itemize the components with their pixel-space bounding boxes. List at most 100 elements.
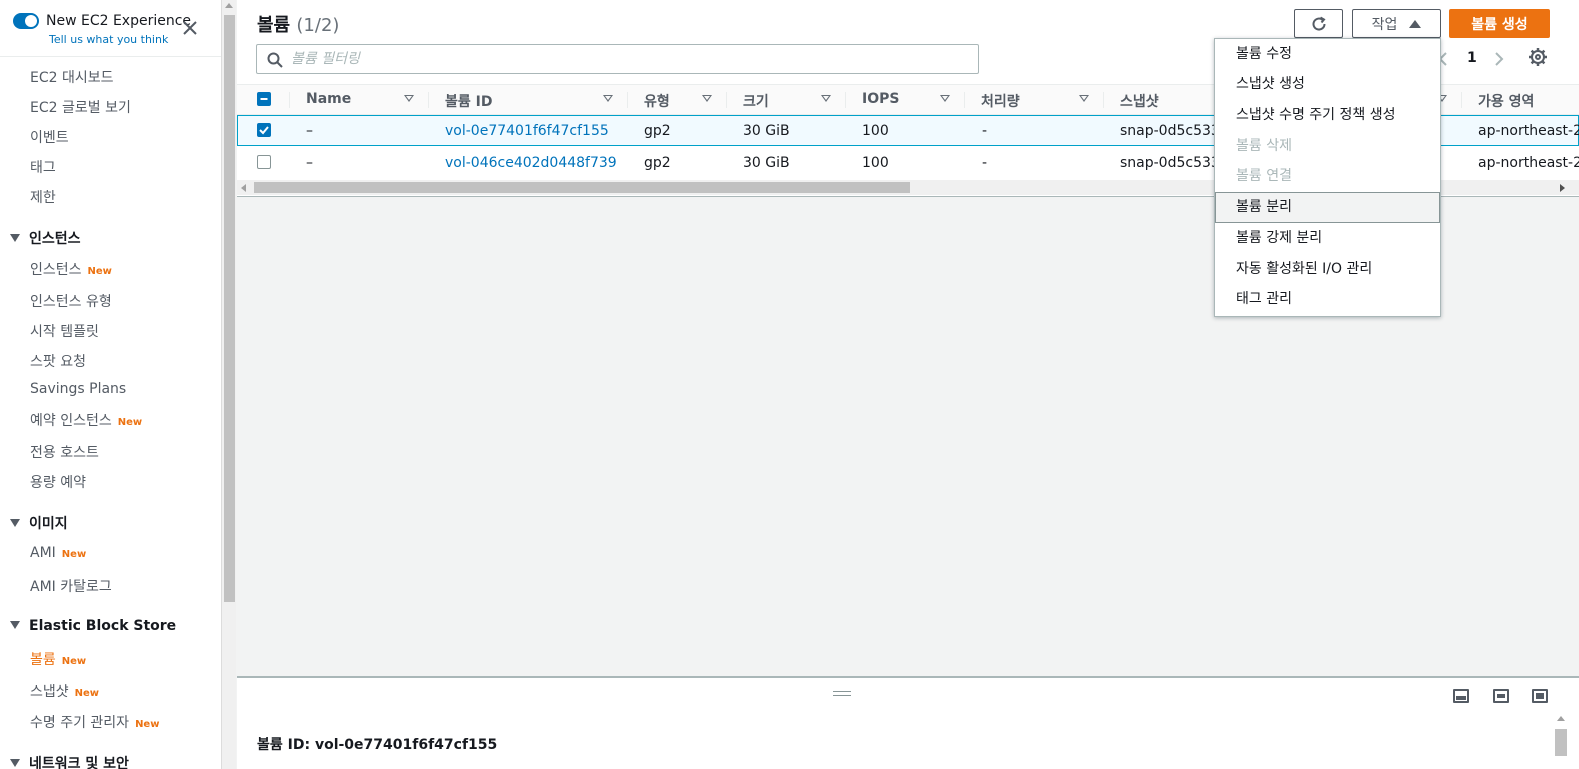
sidebar-item-spot-requests[interactable]: 스팟 요청 [30, 351, 86, 371]
sidebar-item-ami[interactable]: AMI New [30, 545, 86, 561]
search-input[interactable] [291, 49, 951, 69]
cell-snapshot: snap-0d5c533. [1120, 123, 1225, 139]
column-header-name[interactable]: Name [306, 91, 351, 107]
icon-fill [1497, 694, 1505, 698]
sidebar-section-images[interactable]: 이미지 [10, 513, 68, 533]
menu-item-force-detach-volume[interactable]: 볼륨 강제 분리 [1215, 223, 1440, 254]
refresh-icon [1312, 16, 1326, 31]
detail-scrollbar[interactable] [1555, 716, 1567, 769]
select-all-checkbox[interactable] [257, 92, 271, 106]
close-icon[interactable] [181, 19, 199, 37]
column-header-volume-id[interactable]: 볼륨 ID [445, 91, 492, 111]
menu-item-delete-volume: 볼륨 삭제 [1236, 138, 1292, 154]
gear-icon[interactable] [1528, 47, 1548, 67]
create-volume-button[interactable]: 볼륨 생성 [1449, 9, 1550, 38]
panel-fullscreen-icon[interactable] [1532, 689, 1548, 703]
row-checkbox[interactable] [257, 123, 271, 137]
scroll-up-arrow[interactable] [225, 3, 233, 8]
cell-snapshot: snap-0d5c533. [1120, 155, 1225, 171]
column-header-size[interactable]: 크기 [743, 91, 769, 111]
actions-button[interactable]: 작업 [1352, 9, 1441, 38]
cell-throughput: - [982, 155, 988, 171]
panel-side-view-icon[interactable] [1493, 689, 1509, 703]
menu-item-create-snapshot[interactable]: 스냅샷 생성 [1215, 69, 1440, 100]
column-header-iops[interactable]: IOPS [862, 91, 899, 107]
sort-icon[interactable] [821, 95, 831, 102]
sidebar-scrollbar[interactable] [221, 0, 236, 769]
detail-panel: 볼륨 ID: vol-0e77401f6f47cf155 [237, 678, 1579, 769]
menu-item-manage-auto-enabled-io[interactable]: 자동 활성화된 I/O 관리 [1215, 254, 1440, 285]
sidebar-item-limits[interactable]: 제한 [30, 187, 56, 207]
new-badge: New [74, 688, 100, 699]
column-header-snapshot[interactable]: 스냅샷 [1120, 91, 1159, 111]
selection-count: (1/2) [296, 15, 340, 36]
sidebar-item-label: 예약 인스턴스 [30, 413, 112, 429]
sidebar-item-savings-plans[interactable]: Savings Plans [30, 381, 126, 397]
caret-down-icon [10, 621, 20, 629]
sidebar-item-ami-catalog[interactable]: AMI 카탈로그 [30, 576, 112, 596]
detail-volume-id: vol-0e77401f6f47cf155 [314, 737, 498, 753]
icon-fill [1456, 696, 1466, 700]
scroll-up-arrow[interactable] [1557, 716, 1565, 721]
refresh-button[interactable] [1294, 9, 1343, 38]
sidebar-item-events[interactable]: 이벤트 [30, 127, 69, 147]
search-icon [267, 52, 283, 68]
sidebar-item-instances[interactable]: 인스턴스 New [30, 259, 112, 279]
sort-icon[interactable] [1079, 95, 1089, 102]
chevron-right-icon[interactable] [1493, 51, 1505, 67]
menu-item-create-lifecycle-policy[interactable]: 스냅샷 수명 주기 정책 생성 [1215, 100, 1440, 131]
sidebar: New EC2 Experience Tell us what you thin… [0, 0, 221, 769]
column-header-type[interactable]: 유형 [644, 91, 670, 111]
column-divider [726, 92, 727, 108]
panel-bottom-view-icon[interactable] [1453, 689, 1469, 703]
scrollbar-thumb[interactable] [224, 15, 235, 602]
sidebar-item-dashboard[interactable]: EC2 대시보드 [30, 67, 114, 87]
sidebar-item-label: 스냅샷 [30, 684, 69, 700]
sort-icon[interactable] [603, 95, 613, 102]
sidebar-section-network[interactable]: 네트워크 및 보안 [10, 753, 129, 769]
scroll-right-arrow[interactable] [1559, 184, 1565, 192]
sidebar-section-instances[interactable]: 인스턴스 [10, 228, 81, 248]
menu-item-modify-volume[interactable]: 볼륨 수정 [1215, 39, 1440, 70]
menu-item-detach-volume[interactable]: 볼륨 분리 [1215, 192, 1440, 223]
page-title: 볼륨 (1/2) [257, 11, 339, 37]
scrollbar-thumb[interactable] [254, 182, 910, 193]
sidebar-item-lifecycle-manager[interactable]: 수명 주기 관리자 New [30, 712, 159, 732]
sidebar-item-instance-types[interactable]: 인스턴스 유형 [30, 291, 112, 311]
cell-volume-id-link[interactable]: vol-046ce402d0448f739 [445, 155, 617, 171]
page-number[interactable]: 1 [1467, 50, 1477, 66]
column-divider [627, 92, 628, 108]
sidebar-item-dedicated-hosts[interactable]: 전용 호스트 [30, 442, 99, 462]
actions-label: 작업 [1371, 16, 1398, 33]
column-header-throughput[interactable]: 처리량 [981, 91, 1020, 111]
section-title: 이미지 [29, 516, 68, 532]
sort-icon[interactable] [940, 95, 950, 102]
sidebar-item-label: 인스턴스 [30, 262, 82, 278]
actions-menu: 볼륨 수정 스냅샷 생성 스냅샷 수명 주기 정책 생성 볼륨 삭제 볼륨 연결… [1214, 38, 1441, 317]
sidebar-item-tags[interactable]: 태그 [30, 157, 56, 177]
feedback-link[interactable]: Tell us what you think [49, 33, 168, 46]
page-title-text: 볼륨 [257, 15, 291, 36]
cell-size: 30 GiB [743, 123, 790, 139]
caret-up-icon [1409, 19, 1422, 28]
sort-icon[interactable] [702, 95, 712, 102]
scrollbar-thumb[interactable] [1555, 729, 1567, 756]
row-checkbox[interactable] [257, 155, 271, 169]
sidebar-item-launch-templates[interactable]: 시작 템플릿 [30, 321, 99, 341]
menu-item-manage-tags[interactable]: 태그 관리 [1215, 284, 1440, 315]
drag-handle-icon[interactable] [833, 691, 851, 696]
sidebar-item-global-view[interactable]: EC2 글로벌 보기 [30, 97, 131, 117]
sort-icon[interactable] [404, 95, 414, 102]
cell-volume-id-link[interactable]: vol-0e77401f6f47cf155 [445, 123, 609, 139]
column-header-availability-zone[interactable]: 가용 영역 [1478, 91, 1534, 111]
column-divider [964, 92, 965, 108]
scroll-left-arrow[interactable] [241, 184, 247, 192]
experience-toggle[interactable] [13, 13, 39, 29]
sidebar-section-ebs[interactable]: Elastic Block Store [10, 618, 176, 634]
search-field[interactable] [256, 44, 979, 74]
sidebar-item-label: 수명 주기 관리자 [30, 715, 130, 731]
sidebar-item-reserved-instances[interactable]: 예약 인스턴스 New [30, 410, 142, 430]
sidebar-item-capacity-reservations[interactable]: 용량 예약 [30, 472, 86, 492]
sidebar-item-volumes[interactable]: 볼륨 New [30, 649, 86, 669]
sidebar-item-snapshots[interactable]: 스냅샷 New [30, 681, 99, 701]
